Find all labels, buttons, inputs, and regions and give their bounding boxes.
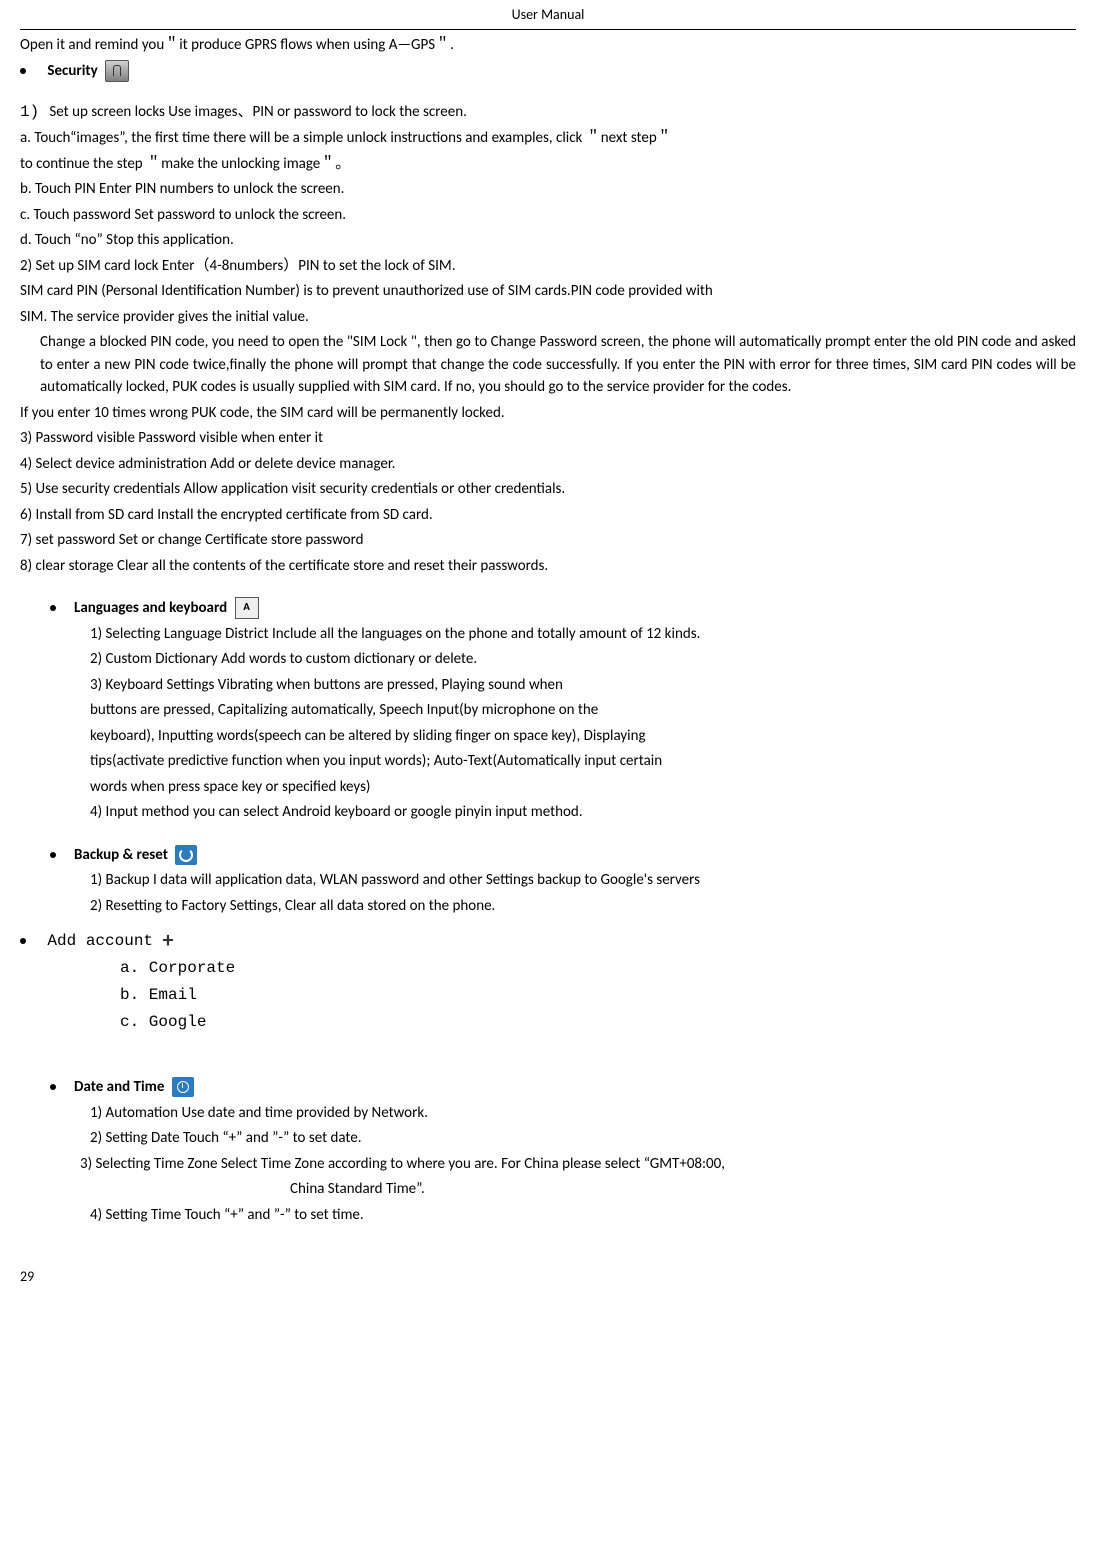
security-item-4: 4) Select device administration Add or d… bbox=[20, 453, 1076, 476]
security-item-8: 8) clear storage Clear all the contents … bbox=[20, 555, 1076, 578]
date-2: 2) Setting Date Touch “+” and ”-” to set… bbox=[90, 1127, 1076, 1150]
security-item-5: 5) Use security credentials Allow applic… bbox=[20, 478, 1076, 501]
languages-title: Languages and keyboard bbox=[74, 599, 227, 617]
lang-3a: 3) Keyboard Settings Vibrating when butt… bbox=[90, 674, 1076, 697]
security-sub-c: c. Touch password Set password to unlock… bbox=[20, 204, 1076, 227]
plus-icon: + bbox=[157, 931, 179, 951]
bullet-icon bbox=[20, 68, 26, 74]
date-4: 4) Setting Time Touch “+” and ”-” to set… bbox=[90, 1204, 1076, 1227]
bullet-icon bbox=[50, 852, 56, 858]
lang-3b: buttons are pressed, Capitalizing automa… bbox=[90, 699, 1076, 722]
add-b: b. Email bbox=[120, 983, 1076, 1007]
sim-para1b: SIM. The service provider gives the init… bbox=[20, 306, 1076, 329]
security-item-1: Set up screen locks Use images、PIN or pa… bbox=[49, 103, 466, 121]
page-number: 29 bbox=[20, 1266, 1076, 1287]
lang-4: 4) Input method you can select Android k… bbox=[90, 801, 1076, 824]
sim-para2: Change a blocked PIN code, you need to o… bbox=[40, 331, 1076, 399]
add-c: c. Google bbox=[120, 1010, 1076, 1034]
backup-title: Backup & reset bbox=[74, 846, 168, 864]
bullet-icon bbox=[50, 605, 56, 611]
reset-icon bbox=[175, 845, 197, 865]
lang-3d: tips(activate predictive function when y… bbox=[90, 750, 1076, 773]
lock-icon bbox=[105, 60, 129, 82]
keyboard-icon: A bbox=[235, 597, 259, 619]
lang-3e: words when press space key or specified … bbox=[90, 776, 1076, 799]
lang-2: 2) Custom Dictionary Add words to custom… bbox=[90, 648, 1076, 671]
security-title: Security bbox=[47, 62, 97, 80]
date-3a: 3) Selecting Time Zone Select Time Zone … bbox=[80, 1153, 1076, 1176]
page-header: User Manual bbox=[20, 0, 1076, 30]
date-1: 1) Automation Use date and time provided… bbox=[90, 1102, 1076, 1125]
date-3b: China Standard Time”. bbox=[290, 1178, 1076, 1201]
security-sub-b: b. Touch PIN Enter PIN numbers to unlock… bbox=[20, 178, 1076, 201]
intro-line: Open it and remind you＂it produce GPRS f… bbox=[20, 34, 1076, 57]
security-item-3: 3) Password visible Password visible whe… bbox=[20, 427, 1076, 450]
security-item-7: 7) set password Set or change Certificat… bbox=[20, 529, 1076, 552]
security-sub-a-cont: to continue the step ＂make the unlocking… bbox=[20, 153, 1076, 176]
lang-3c: keyboard), Inputting words(speech can be… bbox=[90, 725, 1076, 748]
security-sub-d: d. Touch “no” Stop this application. bbox=[20, 229, 1076, 252]
backup-1: 1) Backup I data will application data, … bbox=[90, 869, 1076, 892]
security-item-2: 2) Set up SIM card lock Enter（4-8numbers… bbox=[20, 255, 1076, 278]
sim-para1: SIM card PIN (Personal Identification Nu… bbox=[20, 280, 1076, 303]
security-sub-a: a. Touch“images”, the first time there w… bbox=[20, 127, 1076, 150]
add-account-title: Add account bbox=[47, 932, 153, 950]
clock-icon bbox=[172, 1077, 194, 1097]
security-item-6: 6) Install from SD card Install the encr… bbox=[20, 504, 1076, 527]
date-time-title: Date and Time bbox=[74, 1078, 164, 1096]
backup-2: 2) Resetting to Factory Settings, Clear … bbox=[90, 895, 1076, 918]
lang-1: 1) Selecting Language District Include a… bbox=[90, 623, 1076, 646]
bullet-icon bbox=[50, 1084, 56, 1090]
add-a: a. Corporate bbox=[120, 956, 1076, 980]
sim-para3: If you enter 10 times wrong PUK code, th… bbox=[20, 402, 1076, 425]
bullet-icon bbox=[20, 938, 26, 944]
item-num-1: 1) bbox=[20, 103, 39, 121]
